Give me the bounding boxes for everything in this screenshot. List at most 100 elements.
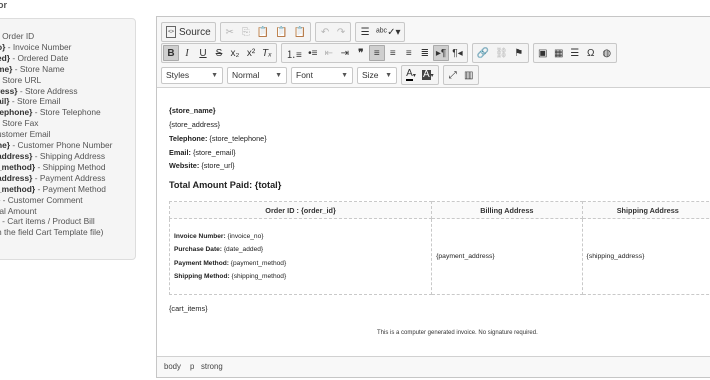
paste-icon: 📋 [256, 26, 270, 38]
size-label: Size [362, 70, 379, 80]
horizontal-rule-button[interactable]: ☰ [567, 45, 583, 61]
vars-item: - Store Fax [0, 118, 39, 129]
styles-label: Styles [166, 70, 190, 80]
cut-button[interactable]: ✂ [222, 24, 238, 40]
show-blocks-icon: ▥ [463, 69, 474, 81]
format-label: Normal [232, 70, 260, 80]
undo-button[interactable]: ↶ [317, 24, 333, 40]
link-button[interactable]: 🔗 [474, 45, 492, 61]
invoice-number-line: Invoice Number: {invoice_no} [174, 232, 264, 240]
vars-item: _method} - Shipping Method [0, 161, 106, 172]
chevron-down-icon: ▾ [430, 72, 434, 79]
unlink-button[interactable]: ⛓ [492, 45, 511, 61]
chevron-down-icon: ▼ [385, 71, 392, 79]
indent-icon: ⇥ [340, 47, 350, 59]
text-color-button[interactable]: A ▾ [403, 67, 419, 83]
basic-styles-group: B I U S x₂ x² Tₓ [161, 43, 277, 63]
maximize-icon: ⤢ [448, 69, 457, 81]
chevron-down-icon: ▼ [341, 71, 348, 79]
paragraph-group: ⒈≡ •≡ ⇤ ⇥ ❞ ≡ ≡ ≡ ≣ ▸¶ ¶◂ [281, 43, 468, 63]
invoice-table: Order ID : {order_id} Billing Address Sh… [168, 201, 710, 295]
styles-dropdown[interactable]: Styles ▼ [161, 66, 223, 84]
chevron-down-icon: ▼ [211, 71, 218, 79]
format-dropdown[interactable]: Normal ▼ [227, 66, 287, 84]
table-button[interactable]: ▦ [551, 45, 567, 61]
anchor-button[interactable]: ⚑ [511, 45, 527, 61]
size-dropdown[interactable]: Size ▼ [357, 66, 397, 84]
indent-button[interactable]: ⇥ [337, 45, 353, 61]
paste-button[interactable]: 📋 [254, 24, 272, 40]
links-group: 🔗 ⛓ ⚑ [471, 43, 529, 63]
path-item-body[interactable]: body [164, 362, 181, 371]
underline-button[interactable]: U [195, 45, 211, 61]
rich-text-editor: <> Source ✂ ⎘ 📋 📋 📋 ↶ ↷ ☰ ᵃᵇᶜ✓▾ B I U S … [156, 16, 710, 378]
spellcheck-button[interactable]: ᵃᵇᶜ✓▾ [373, 24, 403, 40]
blockquote-button[interactable]: ❞ [353, 45, 369, 61]
vars-item: lephone} - Store Telephone [0, 107, 101, 118]
vars-item: ress} - Store Address [0, 85, 78, 96]
paste-word-icon: 📋 [293, 26, 307, 38]
superscript-icon: x² [246, 47, 256, 59]
bulleted-list-icon: •≡ [308, 47, 318, 59]
purchase-date-line: Purchase Date: {date_added} [174, 246, 264, 253]
strike-button[interactable]: S [211, 45, 227, 61]
special-char-button[interactable]: Ω [583, 45, 599, 61]
remove-format-icon: Tₓ [262, 47, 272, 59]
bold-button[interactable]: B [163, 45, 179, 61]
superscript-button[interactable]: x² [243, 45, 259, 61]
numbered-list-icon: ⒈≡ [286, 49, 302, 61]
image-button[interactable]: ▣ [535, 45, 551, 61]
store-website: Website: {store_url} [169, 161, 235, 170]
bold-icon: B [167, 47, 175, 59]
vars-item: address} - Payment Address [0, 172, 106, 183]
italic-button[interactable]: I [179, 45, 195, 61]
justify-button[interactable]: ≣ [417, 45, 433, 61]
shipping-method-line: Shipping Method: {shipping_method} [174, 273, 287, 280]
paste-word-button[interactable]: 📋 [291, 24, 309, 40]
horizontal-rule-icon: ☰ [570, 47, 580, 59]
font-dropdown[interactable]: Font ▼ [291, 66, 353, 84]
redo-button[interactable]: ↷ [333, 24, 349, 40]
source-group: <> Source [161, 22, 216, 42]
numbered-list-button[interactable]: ⒈≡ [283, 45, 305, 61]
align-left-button[interactable]: ≡ [368, 45, 385, 61]
invoice-note: This is a computer generated invoice. No… [377, 330, 538, 336]
store-name: {store_name} [169, 106, 216, 115]
vars-panel-title: or [0, 0, 7, 10]
align-left-icon: ≡ [373, 47, 380, 59]
chevron-down-icon: ▾ [412, 72, 416, 79]
clipboard-group: ✂ ⎘ 📋 📋 📋 [219, 22, 312, 42]
subscript-button[interactable]: x₂ [227, 45, 243, 61]
source-button[interactable]: <> Source [163, 24, 214, 40]
vars-item: o} - Invoice Number [0, 41, 72, 52]
remove-format-button[interactable]: Tₓ [259, 45, 275, 61]
maximize-button[interactable]: ⤢ [445, 67, 461, 83]
ltr-button[interactable]: ▸¶ [432, 45, 450, 61]
copy-icon: ⎘ [241, 26, 250, 38]
vars-item: me} - Store Name [0, 63, 65, 74]
vars-item: ne} - Customer Phone Number [0, 140, 113, 151]
vars-item: tal Amount [0, 205, 37, 216]
align-center-button[interactable]: ≡ [385, 45, 401, 61]
vars-item: - Order ID [0, 31, 35, 41]
bulleted-list-button[interactable]: •≡ [305, 45, 321, 61]
outdent-button[interactable]: ⇤ [321, 45, 337, 61]
table-icon: ▦ [554, 47, 564, 59]
copy-button[interactable]: ⎘ [238, 24, 254, 40]
paste-text-button[interactable]: 📋 [272, 24, 290, 40]
iframe-button[interactable]: ◍ [599, 45, 615, 61]
order-id-header: Order ID : {order_id} [168, 201, 433, 219]
rtl-icon: ¶◂ [452, 47, 463, 59]
tools-group: ⤢ ▥ [442, 65, 479, 85]
strike-icon: S [215, 47, 223, 59]
vars-item: _method} - Payment Method [0, 183, 106, 194]
blockquote-icon: ❞ [358, 47, 364, 59]
path-item-strong[interactable]: strong [201, 362, 223, 371]
select-all-button[interactable]: ☰ [357, 24, 373, 40]
bg-color-button[interactable]: A ▾ [419, 67, 437, 83]
show-blocks-button[interactable]: ▥ [461, 67, 477, 83]
align-right-button[interactable]: ≡ [401, 45, 417, 61]
rtl-button[interactable]: ¶◂ [449, 45, 465, 61]
path-item-p[interactable]: p [190, 362, 194, 371]
align-right-icon: ≡ [405, 47, 412, 59]
